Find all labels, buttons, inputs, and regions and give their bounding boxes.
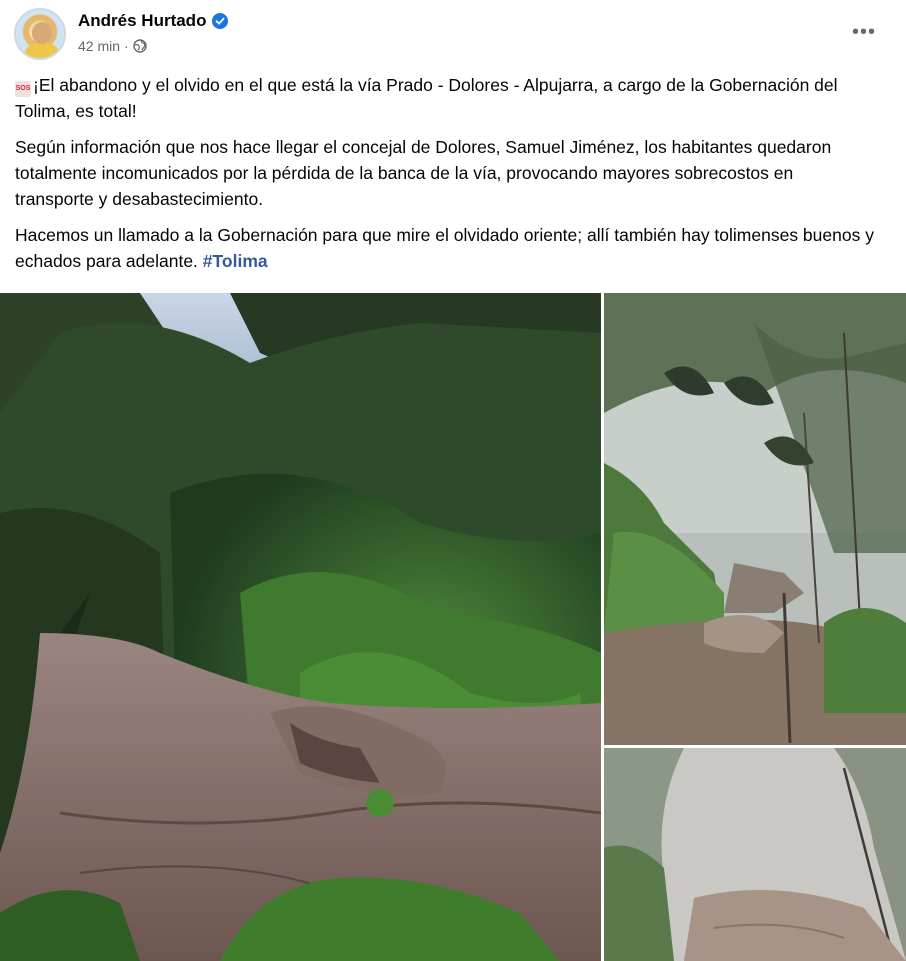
post-timestamp[interactable]: 42 min: [78, 38, 120, 54]
paragraph-1-text: ¡El abandono y el olvido en el que está …: [15, 75, 838, 121]
post-paragraph-1: SOS ¡El abandono y el olvido en el que es…: [15, 72, 875, 124]
globe-icon[interactable]: [133, 39, 147, 53]
paragraph-3-text: Hacemos un llamado a la Gobernación para…: [15, 225, 874, 271]
author-avatar[interactable]: [14, 8, 66, 60]
verified-badge-icon: [212, 13, 229, 29]
facebook-post: Andrés Hurtado 42 min · ••• SOS ¡El aban…: [0, 0, 906, 961]
author-row: Andrés Hurtado: [78, 11, 229, 31]
author-name[interactable]: Andrés Hurtado: [78, 11, 206, 31]
road-landslide-photo[interactable]: [0, 293, 601, 961]
meta-separator: ·: [124, 38, 129, 54]
post-text: SOS ¡El abandono y el olvido en el que es…: [15, 72, 875, 284]
more-options-button[interactable]: •••: [846, 14, 882, 50]
post-paragraph-3: Hacemos un llamado a la Gobernación para…: [15, 222, 875, 274]
post-header: Andrés Hurtado 42 min · •••: [14, 8, 892, 64]
hashtag-link[interactable]: #Tolima: [203, 251, 268, 271]
post-meta: 42 min ·: [78, 38, 147, 54]
photo-grid: [0, 293, 906, 961]
more-options-icon: •••: [851, 20, 876, 43]
foggy-road-trees-photo[interactable]: [604, 293, 906, 745]
post-paragraph-2: Según información que nos hace llegar el…: [15, 137, 832, 209]
foggy-road-photo[interactable]: [604, 748, 906, 961]
sos-icon: SOS: [15, 81, 31, 97]
